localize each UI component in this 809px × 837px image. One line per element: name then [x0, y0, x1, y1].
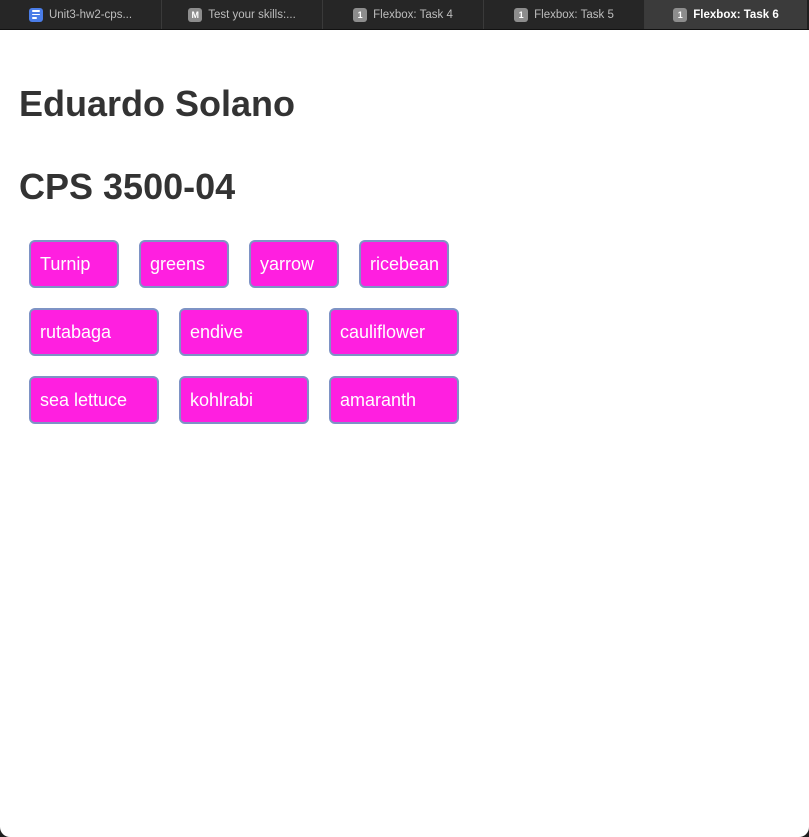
flex-item: sea lettuce — [29, 376, 159, 424]
name-heading: Eduardo Solano — [19, 83, 296, 124]
flex-item: cauliflower — [329, 308, 459, 356]
tab-label: Unit3-hw2-cps... — [48, 8, 133, 21]
tab-label: Test your skills:... — [208, 8, 296, 21]
flex-item: kohlrabi — [179, 376, 309, 424]
page-viewport: Eduardo Solano CPS 3500-04 Turnip greens… — [0, 30, 809, 837]
flex-container: Turnip greens yarrow ricebean rutabaga e… — [19, 240, 469, 444]
google-docs-icon — [28, 7, 43, 22]
tab-label: Flexbox: Task 4 — [373, 8, 453, 21]
mdn-m-icon: M — [188, 7, 203, 22]
flex-row: rutabaga endive cauliflower — [29, 308, 469, 356]
flex-item: ricebean — [359, 240, 449, 288]
tab-label: Flexbox: Task 6 — [693, 8, 779, 21]
flex-item: endive — [179, 308, 309, 356]
tab-test-your-skills[interactable]: M Test your skills:... — [162, 0, 323, 29]
tab-label: Flexbox: Task 5 — [534, 8, 614, 21]
mdn-1-icon: 1 — [673, 7, 688, 22]
tab-unit3-hw2[interactable]: Unit3-hw2-cps... — [0, 0, 162, 29]
course-heading: CPS 3500-04 — [19, 166, 236, 207]
mdn-1-icon: 1 — [353, 7, 368, 22]
flex-item: Turnip — [29, 240, 119, 288]
flex-item: yarrow — [249, 240, 339, 288]
tab-flexbox-task-6[interactable]: 1 Flexbox: Task 6 — [645, 0, 807, 29]
tab-flexbox-task-4[interactable]: 1 Flexbox: Task 4 — [323, 0, 484, 29]
flex-row: Turnip greens yarrow ricebean — [29, 240, 469, 288]
flex-row: sea lettuce kohlrabi amaranth — [29, 376, 469, 424]
flex-item: amaranth — [329, 376, 459, 424]
tab-flexbox-task-5[interactable]: 1 Flexbox: Task 5 — [484, 0, 645, 29]
browser-tab-bar: Unit3-hw2-cps... M Test your skills:... … — [0, 0, 809, 30]
flex-item: greens — [139, 240, 229, 288]
flex-item: rutabaga — [29, 308, 159, 356]
mdn-1-icon: 1 — [514, 7, 529, 22]
